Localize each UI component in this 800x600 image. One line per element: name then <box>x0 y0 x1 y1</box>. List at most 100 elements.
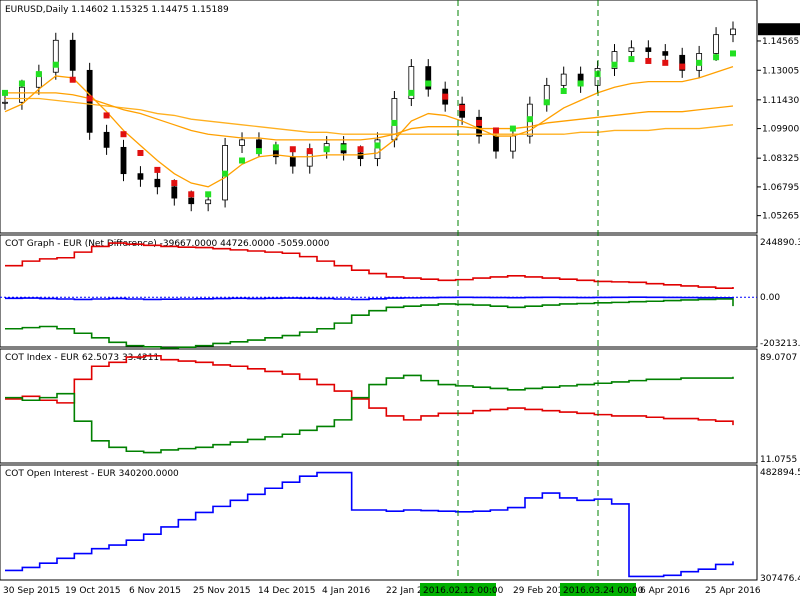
price-candle <box>357 152 364 160</box>
x-axis-label: 6 Nov 2015 <box>129 586 181 596</box>
price-candle <box>205 199 212 205</box>
price-candle <box>2 101 8 104</box>
price-y-label: 1.09900 <box>762 125 799 135</box>
x-axis: 30 Sep 2015 19 Oct 2015 6 Nov 2015 25 Nov 2… <box>3 583 761 596</box>
price-trend-dot <box>459 104 466 111</box>
price-trend-dot <box>679 63 686 70</box>
price-trend-dot <box>374 142 381 149</box>
price-trend-dot <box>509 125 516 132</box>
price-trend-dot <box>730 50 736 57</box>
price-trend-dot <box>205 191 212 198</box>
price-candle <box>69 39 76 71</box>
price-candle <box>713 34 719 54</box>
price-trend-dot <box>492 127 499 134</box>
cot-open-interest-title: COT Open Interest - EUR 340200.0000 <box>5 469 179 479</box>
price-candle <box>289 156 296 167</box>
price-trend-dot <box>713 54 720 61</box>
price-candle <box>154 178 161 188</box>
price-trend-dot <box>154 166 161 173</box>
price-trend-dot <box>408 89 415 96</box>
price-pane-title: EURUSD,Daily 1.14602 1.15325 1.14475 1.1… <box>5 5 229 15</box>
price-trend-dot <box>577 80 584 87</box>
cot-index-pane[interactable] <box>0 348 758 464</box>
price-y-label: 1.05265 <box>762 212 799 222</box>
y-axis: 1.14565 1.13005 1.11430 1.09900 1.08325 1.067… <box>757 23 800 584</box>
price-candle <box>188 197 195 205</box>
price-trend-dot <box>188 191 195 198</box>
price-trend-dot <box>103 112 110 119</box>
price-trend-dot <box>476 119 483 126</box>
price-trend-dot <box>255 148 262 155</box>
price-trend-dot <box>662 59 669 66</box>
indicator-y-label: 482894.5 <box>760 468 800 478</box>
price-candle <box>510 135 516 152</box>
price-candle <box>19 86 25 103</box>
indicator-y-label: 0.00 <box>760 293 780 303</box>
indicator-y-label: 89.0707 <box>760 353 797 363</box>
x-axis-label: 30 Sep 2015 <box>3 586 60 596</box>
price-candle <box>239 139 245 146</box>
price-candle <box>103 131 110 148</box>
price-pane[interactable] <box>0 0 758 234</box>
price-candle <box>137 173 144 180</box>
x-axis-label: 6 Apr 2016 <box>640 586 690 596</box>
current-price-text: 1.15189 <box>762 25 799 35</box>
price-trend-dot <box>137 149 144 156</box>
price-y-label: 1.13005 <box>762 66 799 76</box>
price-candle <box>120 146 127 175</box>
price-candle <box>730 28 736 36</box>
price-trend-dot <box>611 61 618 68</box>
cot-graph-pane[interactable] <box>0 234 758 348</box>
date-marker-label: 2016.02.12 00:00 <box>423 586 504 596</box>
price-trend-dot <box>526 116 533 123</box>
price-trend-dot <box>69 76 76 83</box>
cot-graph-title: COT Graph - EUR (Net Difference) -39667.… <box>5 239 330 249</box>
indicator-y-label: 307476.4 <box>760 574 800 584</box>
price-trend-dot <box>306 148 313 155</box>
price-trend-dot <box>543 99 550 106</box>
price-candle <box>171 186 178 199</box>
price-candle <box>560 73 567 86</box>
indicator-y-label: 244890.3 <box>760 238 800 248</box>
price-trend-dot <box>357 146 364 153</box>
price-candle <box>493 135 499 152</box>
x-axis-label: 22 Jan 2 <box>386 586 423 596</box>
price-trend-dot <box>289 146 296 153</box>
price-y-label: 1.14565 <box>762 37 799 47</box>
price-trend-dot <box>222 170 229 177</box>
price-trend-dot <box>171 180 178 187</box>
price-y-label: 1.08325 <box>762 154 799 164</box>
price-trend-dot <box>18 80 25 87</box>
price-trend-dot <box>52 61 59 68</box>
price-trend-dot <box>560 88 567 95</box>
price-candle <box>662 51 669 56</box>
cot-open-interest-pane[interactable] <box>0 464 758 581</box>
x-axis-label: 25 Nov 2015 <box>193 586 251 596</box>
price-trend-dot <box>35 71 42 78</box>
price-candle <box>628 47 635 52</box>
x-axis-label: 19 Oct 2015 <box>65 586 121 596</box>
indicator-y-label: -203213.3 <box>760 339 800 349</box>
price-trend-dot <box>323 146 330 153</box>
price-trend-dot <box>340 144 347 151</box>
cot-index-title: COT Index - EUR 62.5073 33.4211 <box>5 353 159 363</box>
price-trend-dot <box>442 93 449 100</box>
x-axis-label: 14 Dec 2015 <box>258 586 316 596</box>
price-y-label: 1.11430 <box>762 96 799 106</box>
price-trend-dot <box>645 57 652 64</box>
price-trend-dot <box>628 56 635 63</box>
indicator-y-label: 11.0755 <box>760 455 797 465</box>
chart-canvas: EURUSD,Daily 1.14602 1.15325 1.14475 1.1… <box>0 0 800 596</box>
price-trend-dot <box>239 157 246 164</box>
price-candle <box>256 139 262 150</box>
price-trend-dot <box>272 144 279 151</box>
price-trend-dot <box>86 95 93 102</box>
x-axis-label: 25 Apr 2016 <box>705 586 761 596</box>
price-trend-dot <box>696 59 703 66</box>
price-y-label: 1.06795 <box>762 183 799 193</box>
price-trend-dot <box>391 119 398 126</box>
price-candle <box>645 47 652 52</box>
date-marker-label: 2016.03.24 00:00 <box>563 586 644 596</box>
price-trend-dot <box>425 80 432 87</box>
price-trend-dot <box>120 131 127 138</box>
